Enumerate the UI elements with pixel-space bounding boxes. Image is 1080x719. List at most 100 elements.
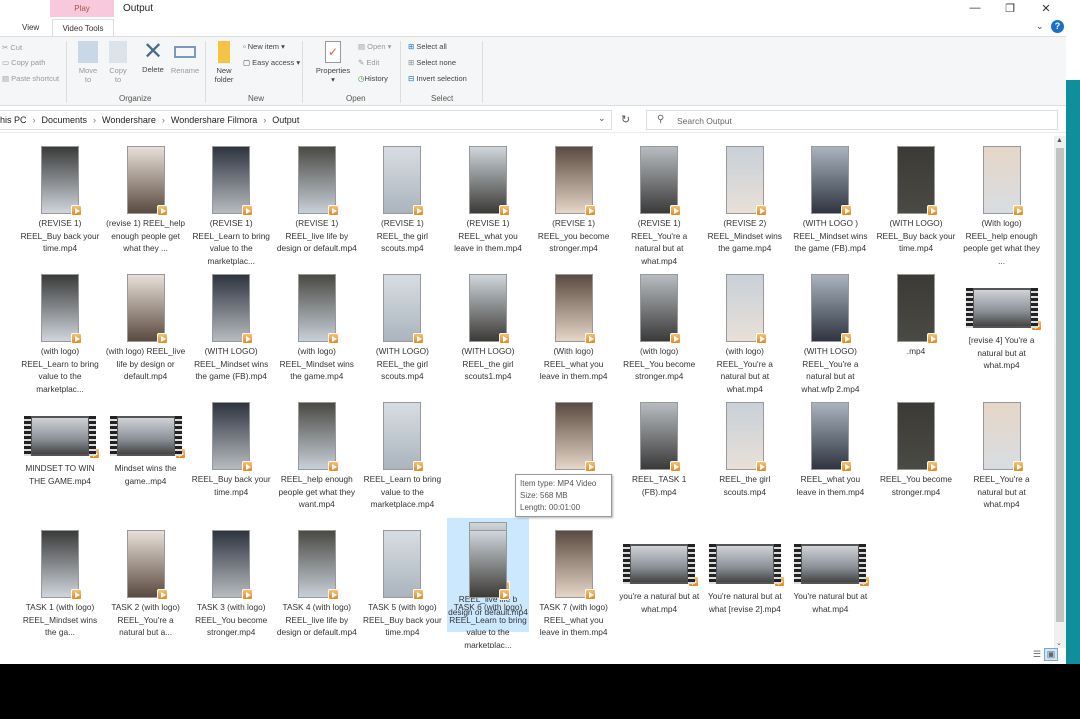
file-item[interactable]: (revise 1) REEL_help enough people get w…	[105, 146, 187, 255]
file-item[interactable]: REEL_help enough people get what they wa…	[276, 402, 358, 511]
file-item[interactable]: REEL_Learn to bring value to the marketp…	[361, 402, 443, 511]
video-thumbnail	[297, 530, 339, 600]
file-name: (WITH LOGO) REEL_the girl scouts1.mp4	[461, 346, 515, 381]
help-button[interactable]: ?	[1051, 20, 1064, 33]
file-item[interactable]: (WITH LOGO) REEL_the girl scouts.mp4	[361, 274, 443, 383]
breadcrumb-wondershare[interactable]: Wondershare	[102, 115, 156, 125]
address-dropdown-chevron-icon[interactable]: ⌄	[598, 113, 606, 124]
file-item[interactable]: You're natural but at what.mp4	[789, 530, 871, 615]
file-item[interactable]: (REVISE 1) REEL_Learn to bring value to …	[190, 146, 272, 267]
tab-view[interactable]: View	[22, 19, 39, 36]
scroll-up-icon[interactable]: ▲	[1056, 137, 1063, 144]
new-item-button[interactable]: ▫ New item ▾	[243, 42, 285, 51]
file-item[interactable]: (REVISE 1) REEL_live life by design or d…	[276, 146, 358, 255]
file-item[interactable]: (with logo) REEL_Mindset wins the game.m…	[276, 274, 358, 383]
cut-button[interactable]: ✂ Cut	[2, 43, 22, 52]
vertical-scrollbar[interactable]: ▲ ⌄	[1054, 136, 1066, 648]
select-all-button[interactable]: ⊞ Select all	[408, 42, 447, 51]
breadcrumb-output[interactable]: Output	[272, 115, 299, 125]
tab-video-tools[interactable]: Video Tools	[52, 19, 114, 36]
file-item[interactable]: (with logo) REEL_live life by design or …	[105, 274, 187, 383]
maximize-button[interactable]: ❐	[1000, 2, 1020, 15]
history-button[interactable]: ◷History	[358, 74, 388, 83]
search-input[interactable]: ⚲ Search Output	[646, 110, 1058, 130]
video-play-icon	[413, 461, 425, 472]
file-item[interactable]: TASK 7 (with logo) REEL_what you leave i…	[533, 530, 615, 639]
breadcrumb-filmora[interactable]: Wondershare Filmora	[171, 115, 257, 125]
file-item[interactable]: (REVISE 1) REEL_what you leave in them.m…	[447, 146, 529, 255]
file-item[interactable]: REEL_You become stronger.mp4	[875, 402, 957, 498]
file-item[interactable]: (With logo) REEL_help enough people get …	[961, 146, 1043, 267]
file-name: REEL_You're a natural but at what.mp4	[973, 474, 1030, 509]
file-item[interactable]: REEL_You're a natural but at what.mp4	[961, 402, 1043, 511]
file-name: (With logo) REEL_what you leave in them.…	[539, 346, 608, 381]
file-item[interactable]: REEL_what you leave in them.mp4	[789, 402, 871, 498]
paste-shortcut-button[interactable]: ▤ Paste shortcut	[2, 74, 59, 83]
file-item[interactable]: you're a natural but at what.mp4	[618, 530, 700, 615]
file-item[interactable]: (with logo) REEL_You're a natural but at…	[704, 274, 786, 395]
invert-selection-button[interactable]: ⊟ Invert selection	[408, 74, 467, 83]
file-item[interactable]: MINDSET TO WIN THE GAME.mp4	[19, 402, 101, 487]
new-folder-button[interactable]: New folder	[212, 41, 236, 84]
copy-path-button[interactable]: ▭ Copy path	[2, 58, 45, 67]
file-item[interactable]: REEL_TASK 1 (FB).mp4	[618, 402, 700, 498]
video-thumbnail	[554, 402, 596, 472]
file-item[interactable]: (WITH LOGO) REEL_Buy back your time.mp4	[875, 146, 957, 255]
video-thumbnail	[708, 544, 785, 587]
file-item[interactable]: TASK 3 (with logo) REEL_You become stron…	[190, 530, 272, 639]
file-item[interactable]: (WITH LOGO) REEL_the girl scouts1.mp4	[447, 274, 529, 383]
scroll-down-icon[interactable]: ⌄	[1056, 639, 1062, 647]
file-item[interactable]: (with logo) REEL_Learn to bring value to…	[19, 274, 101, 395]
copy-to-button[interactable]: Copy to	[106, 41, 130, 84]
large-icons-view-icon[interactable]: ▣	[1044, 648, 1058, 661]
file-item[interactable]: You're natural but at what [revise 2].mp…	[704, 530, 786, 615]
select-none-button[interactable]: ⊞ Select none	[408, 58, 456, 67]
open-button[interactable]: ▤ Open ▾	[358, 42, 391, 51]
file-item[interactable]: .mp4	[875, 274, 957, 358]
file-item[interactable]	[533, 402, 615, 473]
scrollbar-thumb[interactable]	[1056, 148, 1064, 622]
move-to-button[interactable]: Move to	[76, 41, 100, 84]
file-item[interactable]: (REVISE 1) REEL_Buy back your time.mp4	[19, 146, 101, 255]
file-item[interactable]: Mindset wins the game..mp4	[105, 402, 187, 487]
file-name: you're a natural but at what.mp4	[619, 591, 700, 614]
rename-button[interactable]: Rename	[170, 39, 200, 75]
file-item[interactable]: TASK 6 (with logo) REEL_Learn to bring v…	[447, 530, 529, 648]
file-item[interactable]: REEL_Buy back your time.mp4	[190, 402, 272, 498]
delete-button[interactable]: ✕ Delete	[140, 39, 166, 75]
file-item[interactable]: [revise 4] You're a natural but at what.…	[961, 274, 1043, 372]
file-item[interactable]: (REVISE 1) REEL_you become stronger.mp4	[533, 146, 615, 255]
breadcrumb-this-pc[interactable]: his PC	[0, 115, 27, 125]
video-play-icon	[927, 461, 938, 472]
file-item[interactable]: REEL_the girl scouts.mp4	[704, 402, 786, 498]
file-item[interactable]: TASK 2 (with logo) REEL_You're a natural…	[105, 530, 187, 639]
easy-access-button[interactable]: ▢ Easy access ▾	[243, 58, 300, 67]
address-bar-row: his PC › Documents › Wondershare › Wondershare…	[0, 108, 1066, 133]
file-name: (With logo) REEL_help enough people get …	[963, 218, 1040, 266]
refresh-icon[interactable]: ↻	[621, 113, 630, 126]
file-name: (revise 1) REEL_help enough people get w…	[106, 218, 186, 253]
breadcrumb-documents[interactable]: Documents	[42, 115, 88, 125]
file-item[interactable]: (WITH LOGO ) REEL_Mindset wins the game …	[789, 146, 871, 255]
video-play-icon	[413, 205, 425, 216]
copy-icon	[109, 41, 127, 63]
file-item[interactable]: TASK 4 (with logo) REEL_live life by des…	[276, 530, 358, 639]
details-view-icon[interactable]: ☰	[1030, 649, 1044, 662]
edit-button[interactable]: ✎ Edit	[358, 58, 379, 67]
file-item[interactable]: (WITH LOGO) REEL_Mindset wins the game (…	[190, 274, 272, 383]
file-item[interactable]: (REVISE 2) REEL_Mindset wins the game.mp…	[704, 146, 786, 255]
file-item[interactable]: TASK 5 (with logo) REEL_Buy back your ti…	[361, 530, 443, 639]
video-play-icon	[584, 333, 596, 344]
file-item[interactable]: TASK 1 (with logo) REEL_Mindset wins the…	[19, 530, 101, 639]
file-item[interactable]: (REVISE 1) REEL_the girl scouts.mp4	[361, 146, 443, 255]
file-item[interactable]: (REVISE 1) REEL_You're a natural but at …	[618, 146, 700, 267]
close-button[interactable]: ✕	[1036, 2, 1056, 15]
file-name: REEL_help enough people get what they wa…	[278, 474, 356, 509]
properties-button[interactable]: ✓ Properties ▾	[313, 41, 353, 84]
file-item[interactable]: (WITH LOGO) REEL_You're a natural but at…	[789, 274, 871, 395]
file-item[interactable]: (With logo) REEL_what you leave in them.…	[533, 274, 615, 383]
file-item[interactable]: (with logo) REEL_You become stronger.mp4	[618, 274, 700, 383]
ribbon-collapse-chevron-icon[interactable]: ⌄	[1036, 21, 1044, 32]
minimize-button[interactable]: —	[965, 2, 985, 14]
video-play-icon	[413, 333, 425, 344]
